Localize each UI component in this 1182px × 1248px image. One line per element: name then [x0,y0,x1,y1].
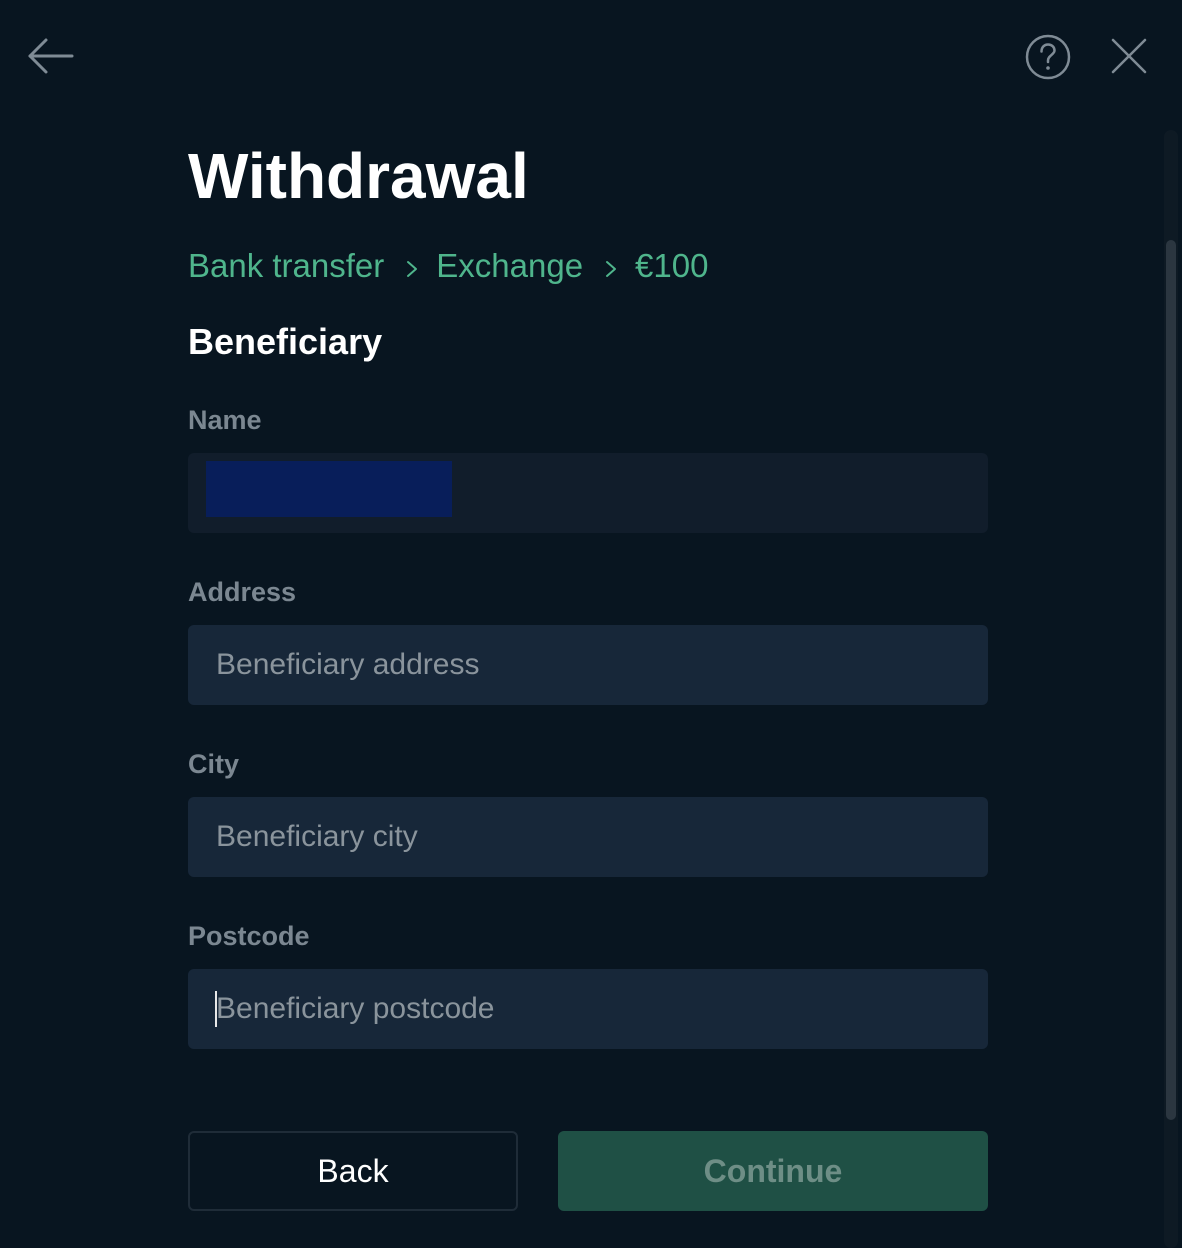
breadcrumb: Bank transfer Exchange €100 [188,246,708,286]
city-field-box [188,797,988,877]
postcode-field-box [188,969,988,1049]
name-label: Name [188,405,262,435]
back-button[interactable]: Back [188,1131,518,1211]
postcode-label: Postcode [188,921,310,951]
city-input[interactable] [188,797,988,877]
city-label: City [188,749,240,779]
address-field-box [188,625,988,705]
withdrawal-dialog: Withdrawal Bank transfer Exchange €100 B… [0,0,1182,1248]
question-circle-icon[interactable] [1023,32,1073,82]
redacted-name-block [206,461,452,517]
continue-button[interactable]: Continue [558,1131,988,1211]
address-label: Address [188,577,297,607]
breadcrumb-amount[interactable]: €100 [635,246,708,286]
chevron-right-icon [407,261,418,277]
scrollbar[interactable] [1164,130,1178,1248]
chevron-right-icon [606,261,617,277]
address-input[interactable] [188,625,988,705]
name-field[interactable] [188,453,988,533]
scrollbar-thumb[interactable] [1166,240,1176,1120]
breadcrumb-bank-transfer[interactable]: Bank transfer [188,246,384,286]
postcode-input[interactable] [188,969,988,1049]
close-x-icon[interactable] [1107,34,1151,78]
page-title: Withdrawal [188,140,529,212]
breadcrumb-exchange[interactable]: Exchange [436,246,583,286]
section-title: Beneficiary [188,321,383,362]
text-caret [215,991,217,1027]
arrow-left-icon[interactable] [26,34,76,78]
